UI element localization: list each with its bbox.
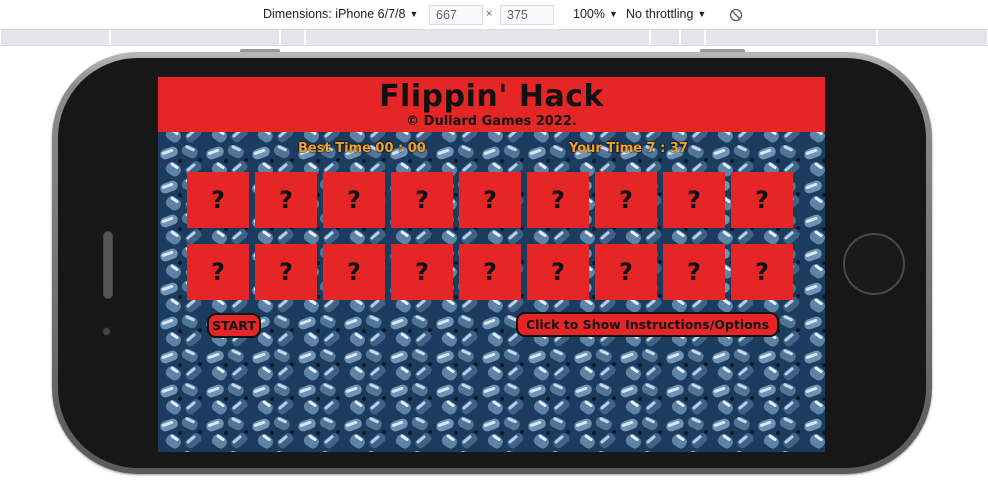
ruler-segment[interactable] [305,30,650,45]
memory-card[interactable]: ? [323,244,385,300]
throttling-dropdown[interactable]: No throttling ▼ [626,7,706,21]
speaker-grille [103,231,113,299]
chevron-down-icon: ▼ [409,9,419,19]
chevron-down-icon: ▼ [608,9,618,19]
width-input[interactable]: 667 [429,5,483,25]
ruler-segment[interactable] [877,30,988,45]
media-query-ruler [0,30,988,46]
memory-card[interactable]: ? [459,244,521,300]
device-dropdown[interactable]: Dimensions: iPhone 6/7/8 ▼ [263,7,418,21]
ruler-segment[interactable] [705,30,877,45]
zoom-label: 100% [573,7,605,21]
memory-card[interactable]: ? [663,172,725,228]
game-viewport: Flippin' Hack © Dullard Games 2022. Best… [158,77,825,452]
game-title: Flippin' Hack [379,79,604,114]
memory-card[interactable]: ? [255,244,317,300]
memory-card[interactable]: ? [255,172,317,228]
ruler-segment[interactable] [0,30,110,45]
devtools-toolbar: Dimensions: iPhone 6/7/8 ▼ 667 × 375 100%… [0,0,988,30]
your-time: Your Time 7 : 37 [569,141,688,156]
zoom-dropdown[interactable]: 100% ▼ [573,7,618,21]
rotate-icon[interactable] [729,8,743,22]
memory-card[interactable]: ? [323,172,385,228]
memory-card[interactable]: ? [187,172,249,228]
memory-card[interactable]: ? [187,244,249,300]
memory-card[interactable]: ? [527,172,589,228]
times-icon: × [486,8,493,20]
memory-card[interactable]: ? [595,244,657,300]
chevron-down-icon: ▼ [697,9,707,19]
memory-card[interactable]: ? [731,244,793,300]
throttling-label: No throttling [626,7,694,21]
memory-card[interactable]: ? [731,172,793,228]
device-dropdown-label: Dimensions: iPhone 6/7/8 [263,7,406,21]
memory-card[interactable]: ? [595,172,657,228]
ruler-segment[interactable] [680,30,705,45]
copyright-text: © Dullard Games 2022. [406,114,577,129]
ruler-segment[interactable] [280,30,305,45]
memory-card[interactable]: ? [527,244,589,300]
ruler-segment[interactable] [650,30,680,45]
memory-card[interactable]: ? [391,244,453,300]
memory-card[interactable]: ? [459,172,521,228]
home-button[interactable] [843,233,905,295]
game-header: Flippin' Hack © Dullard Games 2022. [158,77,825,132]
height-input[interactable]: 375 [500,5,554,25]
memory-card[interactable]: ? [663,244,725,300]
camera-icon [102,327,111,336]
memory-card[interactable]: ? [391,172,453,228]
instructions-button[interactable]: Click to Show Instructions/Options [516,312,779,337]
ruler-segment[interactable] [110,30,280,45]
start-button[interactable]: START [207,313,261,338]
best-time: Best Time 00 : 00 [298,141,426,156]
